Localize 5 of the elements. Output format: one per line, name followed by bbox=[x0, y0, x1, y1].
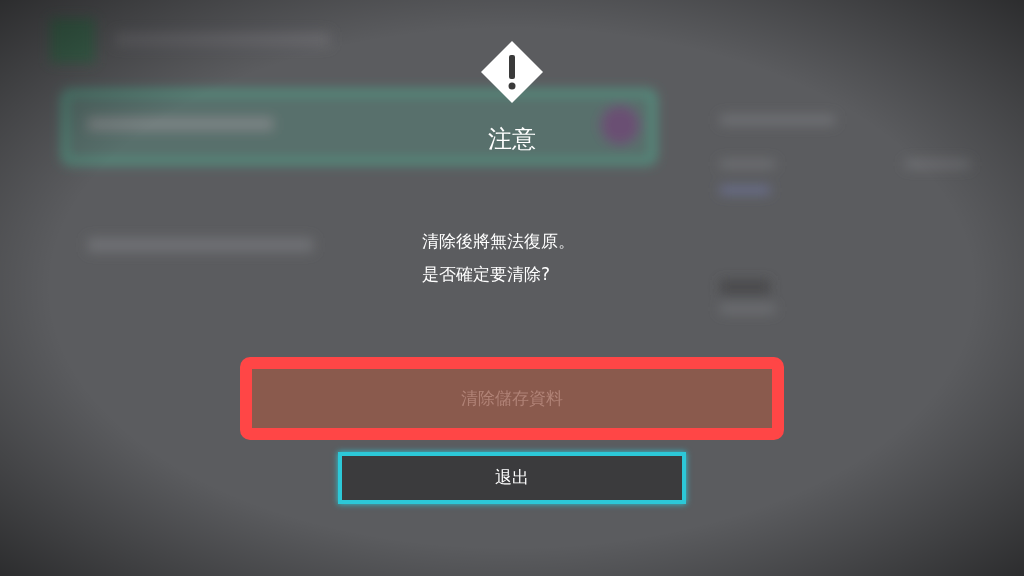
message-text: 是否確定要清除? bbox=[422, 263, 552, 286]
message-text: 清除後將無法復原。 bbox=[422, 230, 576, 253]
warning-icon bbox=[480, 40, 544, 104]
dialog-title: 注意 bbox=[488, 124, 536, 154]
exit-button[interactable]: 退出 bbox=[338, 452, 686, 504]
